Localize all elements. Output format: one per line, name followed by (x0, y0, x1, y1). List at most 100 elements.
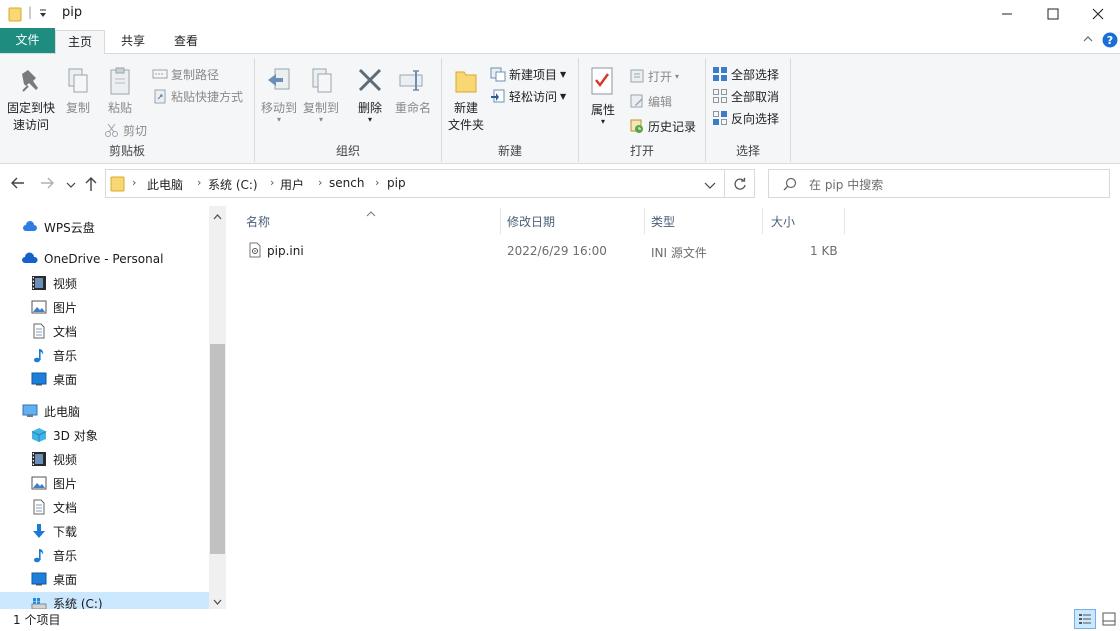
search-box[interactable]: 在 pip 中搜索 (768, 169, 1110, 198)
large-icons-view-button[interactable] (1099, 609, 1119, 629)
breadcrumb-separator[interactable]: › (270, 176, 274, 189)
forward-arrow-icon[interactable] (39, 176, 55, 194)
scroll-down-icon[interactable] (213, 595, 222, 609)
desktop-icon (31, 572, 47, 586)
select-none-button[interactable]: 全部取消 (712, 86, 779, 106)
back-arrow-icon[interactable] (10, 176, 26, 194)
new-item-button[interactable]: 新建项目 ▼ (490, 64, 566, 84)
nav-onedrive-pictures[interactable]: 图片 (31, 296, 77, 318)
cube-3d-icon (31, 428, 47, 442)
nav-pc-videos[interactable]: 视频 (31, 448, 77, 470)
minimize-button[interactable] (984, 0, 1030, 28)
tab-home[interactable]: 主页 (55, 30, 106, 56)
new-folder-button[interactable]: 新建 文件夹 (444, 66, 488, 134)
nav-pc-pictures[interactable]: 图片 (31, 472, 77, 494)
new-group-label: 新建 (497, 144, 522, 158)
invert-selection-button[interactable]: 反向选择 (712, 108, 779, 128)
nav-scrollbar[interactable] (209, 206, 226, 609)
address-bar[interactable]: › 此电脑 › 系统 (C:) › 用户 › sench › pip (105, 169, 725, 198)
nav-this-pc[interactable]: 此电脑 (22, 400, 80, 422)
nav-pc-documents[interactable]: 文档 (31, 496, 77, 518)
computer-icon (22, 404, 38, 417)
nav-pc-music[interactable]: 音乐 (31, 544, 77, 566)
properties-icon (585, 66, 621, 102)
nav-onedrive-desktop[interactable]: 桌面 (31, 368, 77, 390)
help-icon[interactable]: ? (1102, 32, 1118, 51)
paste-shortcut-button[interactable]: 粘贴快捷方式 (152, 86, 243, 106)
pin-quick-access-button[interactable]: 固定到快 速访问 (4, 66, 58, 134)
easy-access-icon (491, 89, 505, 103)
copy-path-label: 复制路径 (171, 67, 220, 82)
nav-wps-cloud[interactable]: WPS云盘 (22, 216, 95, 238)
scrollbar-thumb[interactable] (210, 344, 225, 554)
open-group-label: 打开 (629, 144, 654, 158)
nav-onedrive-videos[interactable]: 视频 (31, 272, 77, 294)
nav-label: 下载 (53, 524, 78, 539)
details-view-button[interactable] (1074, 609, 1096, 629)
cut-button[interactable]: 剪切 (104, 120, 147, 140)
nav-onedrive-music[interactable]: 音乐 (31, 344, 77, 366)
breadcrumb-separator[interactable]: › (197, 176, 201, 189)
cut-label: 剪切 (123, 123, 148, 138)
nav-label: 视频 (53, 276, 78, 291)
nav-label: OneDrive - Personal (44, 252, 164, 266)
open-group: 属性 ▾ 打开 ▾ 编辑 历史记录 打开 (579, 58, 706, 162)
breadcrumb-this-pc[interactable]: 此电脑 (147, 176, 183, 193)
video-icon (32, 452, 46, 466)
rename-button[interactable]: 重命名 (391, 66, 435, 117)
copy-path-button[interactable]: 复制路径 (152, 64, 219, 84)
history-button[interactable]: 历史记录 (629, 116, 696, 136)
scroll-up-icon[interactable] (213, 210, 222, 224)
paste-button[interactable]: 粘贴 (100, 66, 140, 117)
nav-label: 文档 (53, 500, 78, 515)
move-to-button[interactable]: 移动到 ▾ (259, 66, 299, 124)
copy-path-icon (152, 69, 168, 79)
tab-file[interactable]: 文件 (0, 28, 55, 53)
copy-label: 复制 (65, 101, 90, 115)
quick-access-dropdown-icon[interactable] (38, 6, 48, 23)
nav-pc-desktop[interactable]: 桌面 (31, 568, 77, 590)
address-history-chevron-icon[interactable] (704, 179, 716, 193)
select-all-label: 全部选择 (731, 67, 780, 82)
breadcrumb-separator[interactable]: › (375, 176, 379, 189)
nav-pc-downloads[interactable]: 下载 (31, 520, 77, 542)
nav-onedrive[interactable]: OneDrive - Personal (22, 248, 163, 270)
collapse-ribbon-icon[interactable] (1083, 33, 1093, 47)
picture-icon (31, 476, 47, 490)
document-icon (33, 323, 45, 339)
ribbon-tabs: 文件 主页 共享 查看 ? (0, 28, 1120, 56)
nav-3d-objects[interactable]: 3D 对象 (31, 424, 98, 446)
breadcrumb-separator[interactable]: › (132, 176, 136, 189)
select-all-button[interactable]: 全部选择 (712, 64, 779, 84)
properties-button[interactable]: 属性 ▾ (585, 66, 621, 126)
properties-dropdown-icon: ▾ (600, 117, 605, 126)
recent-locations-chevron-icon[interactable] (66, 178, 76, 194)
file-name[interactable]: pip.ini (267, 244, 304, 258)
delete-button[interactable]: 删除 ▾ (352, 66, 388, 124)
breadcrumb-pip[interactable]: pip (387, 176, 406, 190)
edit-button[interactable]: 编辑 (629, 91, 672, 111)
file-list: 名称 修改日期 类型 大小 pip.ini 2022/6/29 16:00 IN… (226, 206, 1120, 609)
file-row[interactable]: pip.ini 2022/6/29 16:00 INI 源文件 1 KB (226, 206, 1120, 266)
tab-share[interactable]: 共享 (109, 30, 157, 54)
item-count: 1 个项目 (13, 613, 61, 627)
copy-to-button[interactable]: 复制到 ▾ (301, 66, 341, 124)
easy-access-button[interactable]: 轻松访问 ▼ (490, 86, 566, 106)
nav-onedrive-documents[interactable]: 文档 (31, 320, 77, 342)
up-arrow-icon[interactable] (84, 176, 98, 196)
breadcrumb-separator[interactable]: › (318, 176, 322, 189)
close-button[interactable] (1075, 0, 1120, 28)
new-item-icon (490, 67, 506, 82)
copy-button[interactable]: 复制 (60, 66, 96, 117)
breadcrumb-system-drive[interactable]: 系统 (C:) (208, 176, 258, 193)
breadcrumb-sench[interactable]: sench (329, 176, 364, 190)
tab-view[interactable]: 查看 (162, 30, 210, 54)
open-button[interactable]: 打开 ▾ (629, 66, 679, 86)
breadcrumb-users[interactable]: 用户 (280, 176, 304, 193)
file-type: INI 源文件 (651, 246, 707, 260)
navigation-pane: WPS云盘 OneDrive - Personal 视频 图片 文档 音乐 桌面… (0, 206, 226, 614)
nav-label: 3D 对象 (53, 428, 98, 443)
search-icon (783, 177, 797, 194)
refresh-button[interactable] (725, 169, 755, 198)
maximize-button[interactable] (1030, 0, 1076, 28)
